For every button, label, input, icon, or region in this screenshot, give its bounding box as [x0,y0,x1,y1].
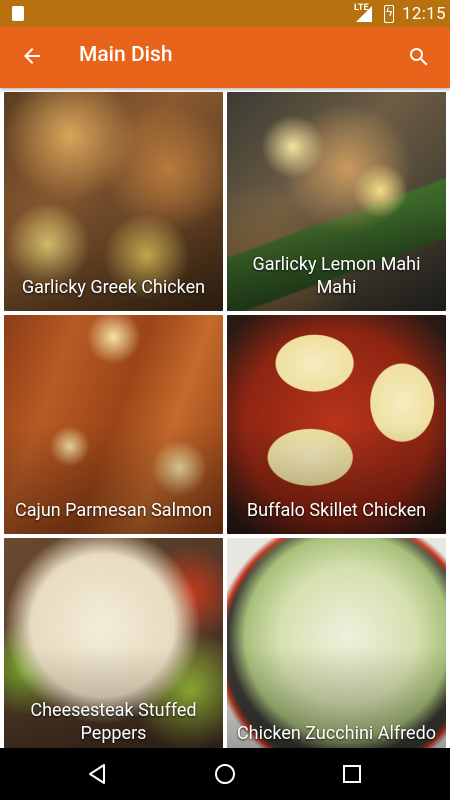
recipe-grid: Garlicky Greek Chicken Garlicky Lemon Ma… [0,88,450,757]
status-bar: LTE 12:15 [0,0,450,27]
battery-charging-icon [384,5,394,23]
recipe-title: Chicken Zucchini Alfredo [236,723,437,744]
recipe-title: Garlicky Lemon Mahi Mahi [252,254,421,298]
home-circle-icon[interactable] [213,762,237,786]
recipe-title: Garlicky Greek Chicken [21,277,206,298]
recipe-card-chicken-zucchini-alfredo[interactable]: Chicken Zucchini Alfredo [227,538,446,757]
app-bar: Main Dish [0,27,450,88]
clock: 12:15 [402,4,446,24]
recipe-title: Buffalo Skillet Chicken [246,500,427,521]
recipe-card-cajun-parmesan-salmon[interactable]: Cajun Parmesan Salmon [4,315,223,534]
signal-icon [356,6,372,22]
recipe-title: Cheesesteak Stuffed Peppers [30,700,197,744]
sd-card-icon [12,6,24,21]
search-icon[interactable] [407,45,431,69]
recipe-card-garlicky-lemon-mahi-mahi[interactable]: Garlicky Lemon Mahi Mahi [227,92,446,311]
back-triangle-icon[interactable] [86,762,110,786]
recipe-title: Cajun Parmesan Salmon [15,500,212,521]
page-title: Main Dish [79,43,173,67]
recipe-card-cheesesteak-stuffed-peppers[interactable]: Cheesesteak Stuffed Peppers [4,538,223,757]
recents-square-icon[interactable] [340,762,364,786]
arrow-back-icon[interactable] [20,44,44,68]
recipe-card-garlicky-greek-chicken[interactable]: Garlicky Greek Chicken [4,92,223,311]
system-nav-bar [0,748,450,800]
recipe-card-buffalo-skillet-chicken[interactable]: Buffalo Skillet Chicken [227,315,446,534]
